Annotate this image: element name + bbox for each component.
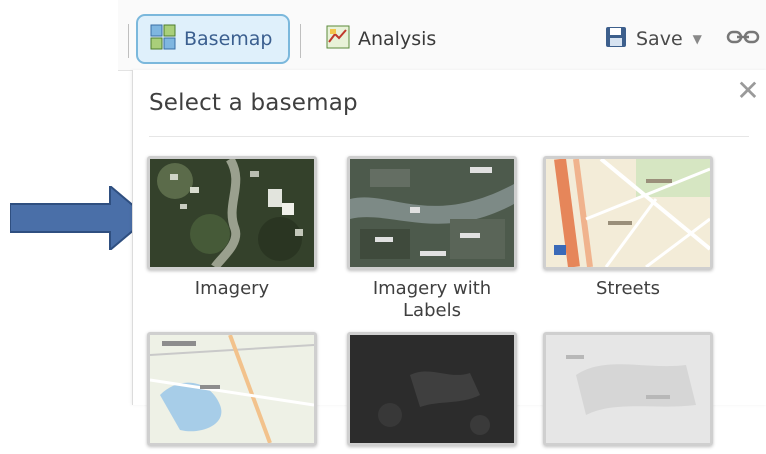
- chevron-down-icon: ▼: [692, 32, 702, 46]
- analysis-button[interactable]: Analysis: [314, 14, 464, 64]
- imagery-thumbnail[interactable]: [147, 156, 317, 270]
- basemap-tile-imagery[interactable]: Imagery: [147, 156, 317, 300]
- share-link-button[interactable]: [726, 14, 766, 64]
- imagery-with-labels-label: Imagery with Labels: [372, 278, 492, 321]
- light-gray-thumbnail[interactable]: [543, 332, 713, 446]
- basemap-gallery-icon: [150, 24, 176, 55]
- basemap-button[interactable]: Basemap: [136, 14, 290, 64]
- dark-gray-thumbnail[interactable]: [347, 332, 517, 446]
- basemap-tile-light-gray[interactable]: [543, 332, 713, 454]
- link-icon: [726, 27, 760, 52]
- save-button-label: Save: [636, 28, 683, 50]
- toolbar-divider: [300, 24, 301, 58]
- toolbar-divider: [128, 24, 129, 58]
- save-disk-icon: [604, 25, 628, 54]
- analysis-button-label: Analysis: [358, 28, 437, 50]
- save-button[interactable]: Save ▼: [592, 14, 710, 64]
- basemap-tile-streets[interactable]: Streets: [543, 156, 713, 300]
- basemap-gallery-panel: Select a basemap ✕ Imagery Imagery with …: [132, 70, 766, 446]
- streets-thumbnail[interactable]: [543, 156, 713, 270]
- imagery-label: Imagery: [194, 278, 270, 299]
- topographic-thumbnail[interactable]: [147, 332, 317, 446]
- toolbar: Basemap Analysis Save ▼: [118, 0, 766, 71]
- basemap-tile-topographic[interactable]: [147, 332, 317, 454]
- analysis-icon: [326, 25, 350, 54]
- basemap-button-label: Basemap: [184, 28, 273, 50]
- imagery-with-labels-thumbnail[interactable]: [347, 156, 517, 270]
- basemap-tile-imagery-with-labels[interactable]: Imagery with Labels: [347, 156, 517, 322]
- divider: [149, 136, 749, 137]
- close-icon[interactable]: ✕: [735, 77, 761, 105]
- basemap-tile-dark-gray[interactable]: [347, 332, 517, 454]
- streets-label: Streets: [595, 278, 661, 299]
- pointer-arrow-icon: [10, 186, 148, 250]
- panel-title: Select a basemap: [149, 90, 358, 116]
